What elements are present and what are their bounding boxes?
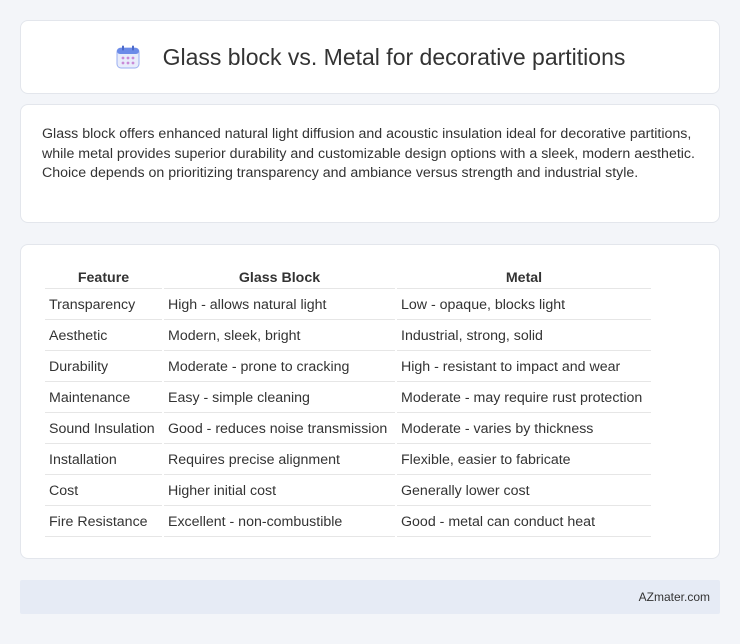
row-metal: Low - opaque, blocks light (397, 291, 651, 320)
calendar-icon (115, 44, 141, 70)
row-feature: Fire Resistance (45, 508, 162, 537)
title-card: Glass block vs. Metal for decorative par… (20, 20, 720, 94)
row-feature: Installation (45, 446, 162, 475)
table-row: Installation Requires precise alignment … (45, 446, 651, 475)
row-glass-block: Easy - simple cleaning (164, 384, 395, 413)
page-title: Glass block vs. Metal for decorative par… (162, 43, 626, 70)
summary-card: Glass block offers enhanced natural ligh… (20, 104, 720, 223)
row-metal: Moderate - varies by thickness (397, 415, 651, 444)
table-row: Maintenance Easy - simple cleaning Moder… (45, 384, 651, 413)
footer: AZmater.com (20, 580, 720, 614)
table-row: Transparency High - allows natural light… (45, 291, 651, 320)
row-glass-block: Modern, sleek, bright (164, 322, 395, 351)
footer-brand: AZmater.com (638, 590, 710, 604)
header-glass-block: Glass Block (164, 267, 395, 289)
row-glass-block: Higher initial cost (164, 477, 395, 506)
row-feature: Cost (45, 477, 162, 506)
row-glass-block: Excellent - non-combustible (164, 508, 395, 537)
row-glass-block: Good - reduces noise transmission (164, 415, 395, 444)
row-feature: Maintenance (45, 384, 162, 413)
row-glass-block: Moderate - prone to cracking (164, 353, 395, 382)
comparison-table: Feature Glass Block Metal Transparency H… (43, 265, 653, 539)
table-row: Fire Resistance Excellent - non-combusti… (45, 508, 651, 537)
row-feature: Sound Insulation (45, 415, 162, 444)
table-header-row: Feature Glass Block Metal (45, 267, 651, 289)
row-metal: Industrial, strong, solid (397, 322, 651, 351)
table-row: Cost Higher initial cost Generally lower… (45, 477, 651, 506)
row-feature: Aesthetic (45, 322, 162, 351)
row-metal: High - resistant to impact and wear (397, 353, 651, 382)
table-row: Durability Moderate - prone to cracking … (45, 353, 651, 382)
row-glass-block: High - allows natural light (164, 291, 395, 320)
row-metal: Generally lower cost (397, 477, 651, 506)
row-metal: Moderate - may require rust protection (397, 384, 651, 413)
comparison-table-card: Feature Glass Block Metal Transparency H… (20, 244, 720, 559)
row-metal: Good - metal can conduct heat (397, 508, 651, 537)
header-metal: Metal (397, 267, 651, 289)
row-feature: Durability (45, 353, 162, 382)
summary-text: Glass block offers enhanced natural ligh… (42, 126, 695, 181)
header-feature: Feature (45, 267, 162, 289)
table-row: Aesthetic Modern, sleek, bright Industri… (45, 322, 651, 351)
row-glass-block: Requires precise alignment (164, 446, 395, 475)
row-feature: Transparency (45, 291, 162, 320)
table-row: Sound Insulation Good - reduces noise tr… (45, 415, 651, 444)
row-metal: Flexible, easier to fabricate (397, 446, 651, 475)
